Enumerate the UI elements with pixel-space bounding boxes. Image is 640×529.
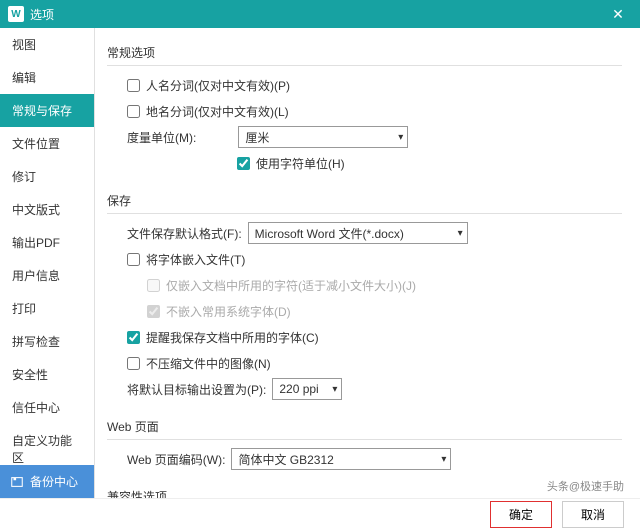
unit-label: 度量单位(M): [127,129,196,146]
checkbox-char-unit[interactable]: 使用字符单位(H) [237,155,345,172]
sidebar-item-edit[interactable]: 编辑 [0,61,94,94]
sidebar-item-trust-center[interactable]: 信任中心 [0,391,94,424]
sidebar-item-user-info[interactable]: 用户信息 [0,259,94,292]
backup-label: 备份中心 [30,473,78,490]
checkbox-no-sys-fonts: 不嵌入常用系统字体(D) [147,303,291,320]
checkbox-embed-fonts[interactable]: 将字体嵌入文件(T) [127,251,245,268]
sidebar-item-spellcheck[interactable]: 拼写检查 [0,325,94,358]
sidebar-item-security[interactable]: 安全性 [0,358,94,391]
unit-select[interactable]: 厘米 [238,126,408,148]
default-fmt-label: 文件保存默认格式(F): [127,225,242,242]
sidebar-item-customize-ribbon[interactable]: 自定义功能区 [0,424,94,465]
sidebar-item-print[interactable]: 打印 [0,292,94,325]
sidebar-item-chinese-layout[interactable]: 中文版式 [0,193,94,226]
watermark: 头条@极速手助 [543,477,628,495]
titlebar: W 选项 ✕ [0,0,640,28]
window-title: 选项 [30,6,604,23]
footer: 确定 取消 [0,498,640,529]
section-web-title: Web 页面 [107,418,622,435]
checkbox-remind-fonts[interactable]: 提醒我保存文档中所用的字体(C) [127,329,319,346]
default-res-label: 将默认目标输出设置为(P): [127,381,266,398]
close-icon[interactable]: ✕ [604,6,632,23]
section-general-title: 常规选项 [107,44,622,61]
sidebar-item-output-pdf[interactable]: 输出PDF [0,226,94,259]
sidebar-item-revision[interactable]: 修订 [0,160,94,193]
default-fmt-select[interactable]: Microsoft Word 文件(*.docx) [248,222,468,244]
checkbox-place-seg[interactable]: 地名分词(仅对中文有效)(L) [127,103,289,120]
section-save-title: 保存 [107,192,622,209]
web-encoding-select[interactable]: 简体中文 GB2312 [231,448,451,470]
ok-button[interactable]: 确定 [490,501,552,528]
backup-icon [10,475,24,489]
sidebar-item-file-location[interactable]: 文件位置 [0,127,94,160]
web-encoding-label: Web 页面编码(W): [127,451,225,468]
app-icon: W [8,6,24,22]
backup-center-button[interactable]: 备份中心 [0,465,94,498]
checkbox-no-compress-img[interactable]: 不压缩文件中的图像(N) [127,355,271,372]
cancel-button[interactable]: 取消 [562,501,624,528]
checkbox-embed-used-only: 仅嵌入文档中所用的字符(适于减小文件大小)(J) [147,277,416,294]
sidebar-item-view[interactable]: 视图 [0,28,94,61]
checkbox-name-seg[interactable]: 人名分词(仅对中文有效)(P) [127,77,290,94]
sidebar-item-general-save[interactable]: 常规与保存 [0,94,94,127]
content-pane: 常规选项 人名分词(仅对中文有效)(P) 地名分词(仅对中文有效)(L) 度量单… [95,28,640,498]
default-res-select[interactable]: 220 ppi [272,378,342,400]
sidebar: 视图 编辑 常规与保存 文件位置 修订 中文版式 输出PDF 用户信息 打印 拼… [0,28,95,498]
